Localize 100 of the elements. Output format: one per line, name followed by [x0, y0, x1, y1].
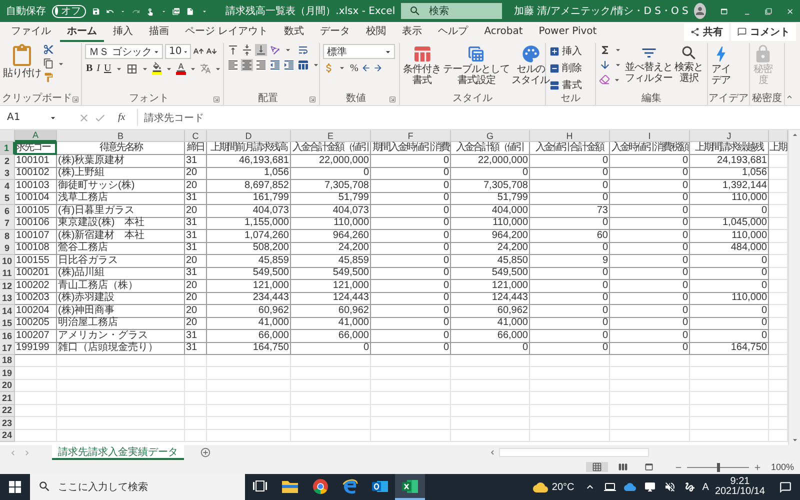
formula-field[interactable]: 請求先コード: [137, 109, 796, 126]
chrome-icon[interactable]: [312, 478, 328, 494]
ribbon-tab[interactable]: ヘルプ: [431, 22, 476, 42]
decrease-font-size-icon[interactable]: [206, 46, 217, 57]
task-view-icon[interactable]: [253, 480, 267, 492]
search-field[interactable]: 検索: [401, 3, 502, 19]
align-center-icon[interactable]: [241, 59, 253, 71]
cells-menu-button[interactable]: 挿入: [549, 44, 582, 58]
row-number[interactable]: 21: [0, 392, 15, 404]
ribbon-tab[interactable]: データ: [313, 22, 358, 42]
row-number[interactable]: 19: [0, 367, 15, 380]
ribbon-button[interactable]: アイ デア: [711, 44, 731, 86]
fill-color-icon[interactable]: [152, 62, 162, 75]
percent-button[interactable]: %: [349, 62, 360, 74]
ribbon-tab[interactable]: 数式: [277, 22, 312, 42]
column-header[interactable]: B: [57, 130, 185, 142]
row-number[interactable]: 6: [0, 204, 15, 218]
ribbon-tab[interactable]: Acrobat: [477, 24, 530, 40]
row-number[interactable]: 12: [0, 280, 15, 292]
row-number[interactable]: 22: [0, 404, 15, 417]
edge-icon[interactable]: [342, 478, 358, 494]
wrap-text-icon[interactable]: [297, 44, 309, 56]
dialog-launcher-icon[interactable]: [389, 96, 396, 102]
ribbon-tab[interactable]: ページ レイアウト: [178, 22, 276, 42]
row-number[interactable]: 4: [0, 180, 15, 192]
row-number[interactable]: 17: [0, 342, 15, 355]
ribbon-button[interactable]: 並べ替えと フィルター: [625, 44, 672, 84]
eraser-icon[interactable]: [599, 74, 610, 85]
dialog-launcher-icon[interactable]: [213, 96, 220, 102]
column-header[interactable]: J: [690, 130, 769, 142]
device-icon[interactable]: [604, 481, 616, 493]
row-number[interactable]: 8: [0, 230, 15, 242]
align-right-icon[interactable]: [255, 59, 267, 71]
align-middle-icon[interactable]: [241, 44, 253, 56]
merge-cells-icon[interactable]: [297, 59, 309, 71]
row-number[interactable]: 14: [0, 304, 15, 318]
font-color-icon[interactable]: [176, 62, 186, 75]
weather-icon[interactable]: [532, 480, 548, 494]
decrease-decimal-icon[interactable]: [373, 63, 384, 73]
borders-icon[interactable]: [126, 62, 138, 74]
row-number[interactable]: 15: [0, 317, 15, 330]
insert-function-button[interactable]: fx: [110, 112, 134, 123]
row-number[interactable]: 18: [0, 354, 15, 367]
ribbon-button[interactable]: セルの スタイル: [512, 44, 550, 86]
row-number[interactable]: 7: [0, 217, 15, 230]
row-number[interactable]: 13: [0, 292, 15, 305]
decrease-indent-icon[interactable]: [269, 59, 281, 71]
sheet-tab[interactable]: 請求先請求入金実績データ: [52, 445, 184, 460]
network-icon[interactable]: [644, 481, 656, 493]
share-button[interactable]: 共有: [684, 23, 729, 41]
number-format-dropdown[interactable]: 標準: [323, 44, 395, 59]
row-number[interactable]: 23: [0, 417, 15, 430]
row-number[interactable]: 5: [0, 192, 15, 205]
ribbon-button[interactable]: テーブルとして 書式設定: [443, 44, 510, 86]
autosave-toggle[interactable]: オフ: [52, 4, 86, 18]
column-header[interactable]: A: [15, 130, 57, 142]
zoom-in-icon[interactable]: [753, 462, 762, 472]
dialog-launcher-icon[interactable]: [72, 96, 79, 102]
column-header[interactable]: D: [207, 130, 291, 142]
underline-button[interactable]: U: [103, 63, 112, 74]
column-header[interactable]: G: [451, 130, 530, 142]
row-number[interactable]: 10: [0, 254, 15, 268]
increase-font-size-icon[interactable]: [193, 46, 204, 57]
ribbon-tab[interactable]: 挿入: [106, 22, 140, 42]
font-size-dropdown[interactable]: 10: [165, 44, 191, 59]
fill-icon[interactable]: [599, 59, 611, 71]
cloud-icon[interactable]: [624, 481, 636, 493]
sum-icon[interactable]: [599, 44, 611, 56]
row-number[interactable]: 3: [0, 167, 15, 180]
row-number[interactable]: 9: [0, 242, 15, 255]
orientation-icon[interactable]: [269, 44, 281, 56]
row-number[interactable]: 24: [0, 430, 15, 442]
column-header[interactable]: H: [530, 130, 610, 142]
ribbon-tab[interactable]: 描画: [142, 22, 176, 42]
row-number[interactable]: 16: [0, 330, 15, 342]
align-bottom-icon[interactable]: [255, 44, 267, 56]
row-number[interactable]: 20: [0, 380, 15, 392]
align-left-icon[interactable]: [227, 59, 239, 71]
align-top-icon[interactable]: [227, 44, 239, 56]
ribbon-button[interactable]: 条件付き 書式: [403, 44, 441, 86]
outlook-icon[interactable]: [372, 478, 388, 494]
restore-icon[interactable]: [764, 6, 772, 16]
phonetic-icon[interactable]: [200, 63, 212, 74]
vertical-scrollbar[interactable]: [788, 130, 800, 445]
name-box[interactable]: A1: [4, 109, 60, 126]
row-number[interactable]: 11: [0, 267, 15, 280]
increase-indent-icon[interactable]: [283, 59, 295, 71]
ribbon-tab[interactable]: 表示: [395, 22, 430, 42]
folder-icon[interactable]: [282, 480, 298, 492]
row-number[interactable]: 2: [0, 154, 15, 168]
slider-thumb[interactable]: [717, 462, 720, 472]
font-name-dropdown[interactable]: ＭＳ ゴシック: [85, 44, 163, 59]
column-header[interactable]: F: [371, 130, 451, 142]
notifications-icon[interactable]: [779, 480, 792, 494]
input-mode-indicator[interactable]: A: [702, 482, 709, 492]
spreadsheet-app-icon[interactable]: [402, 478, 418, 494]
ribbon-tab[interactable]: 校閲: [359, 22, 394, 42]
row-number[interactable]: 1: [0, 142, 15, 155]
increase-decimal-icon[interactable]: [361, 63, 372, 73]
add-sheet-icon[interactable]: [200, 447, 211, 458]
